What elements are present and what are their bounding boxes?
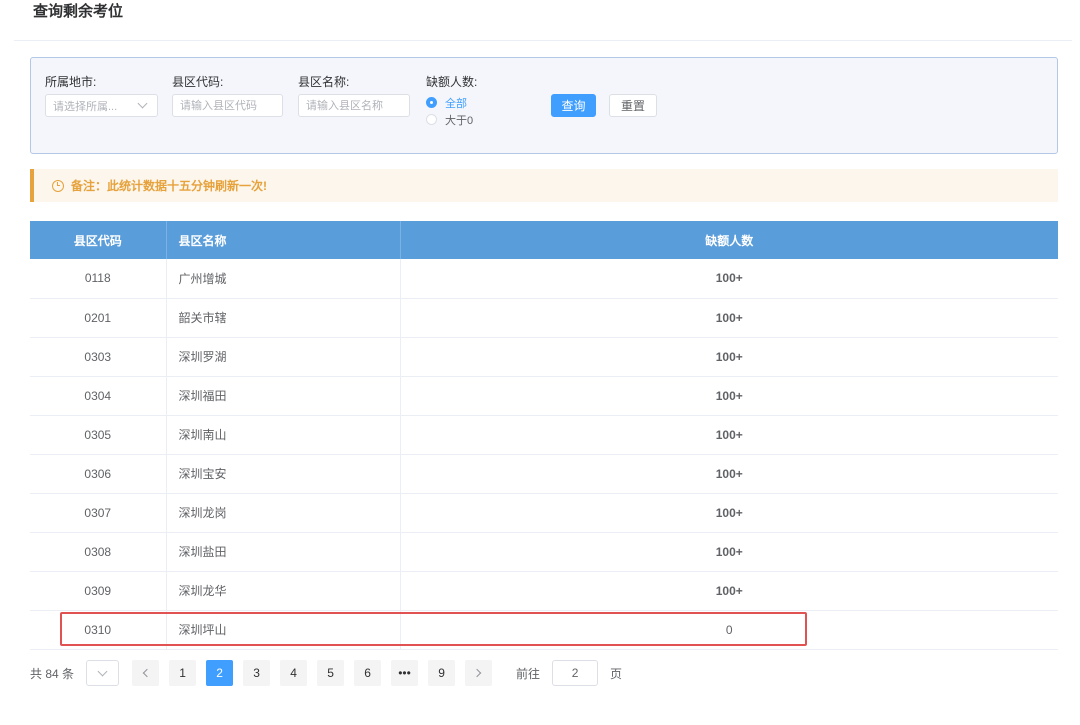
cell-shortage-count: 100+ bbox=[400, 571, 1058, 611]
goto-suffix: 页 bbox=[610, 666, 623, 681]
county-code-field: 县区代码: bbox=[172, 74, 283, 117]
city-label: 所属地市: bbox=[45, 75, 97, 89]
goto-prefix: 前往 bbox=[516, 666, 541, 681]
chevron-down-icon bbox=[137, 98, 148, 109]
more-pages-button[interactable]: ••• bbox=[391, 660, 419, 686]
radio-greater-than-zero-label: 大于0 bbox=[445, 114, 474, 127]
next-page-button[interactable] bbox=[465, 660, 493, 686]
pagination: 共 84 条 1 2 3 4 5 6 ••• 9 前往 页 bbox=[30, 659, 622, 687]
page-button-2[interactable]: 2 bbox=[206, 660, 234, 686]
search-button[interactable]: 查询 bbox=[551, 94, 596, 117]
county-name-input[interactable] bbox=[298, 94, 410, 117]
clock-icon bbox=[52, 179, 64, 192]
cell-county-code: 0305 bbox=[30, 415, 167, 455]
table-row: 0304 深圳福田 100+ bbox=[30, 376, 1058, 416]
page-button-9[interactable]: 9 bbox=[428, 660, 456, 686]
page-button-5[interactable]: 5 bbox=[317, 660, 345, 686]
county-code-input[interactable] bbox=[172, 94, 283, 117]
county-code-label: 县区代码: bbox=[172, 75, 224, 89]
cell-county-name: 深圳龙岗 bbox=[166, 493, 401, 533]
table-row: 0309 深圳龙华 100+ bbox=[30, 571, 1058, 611]
cell-shortage-count: 100+ bbox=[400, 493, 1058, 533]
cell-county-name: 深圳罗湖 bbox=[166, 337, 401, 377]
table-row: 0307 深圳龙岗 100+ bbox=[30, 493, 1058, 533]
table-row: 0305 深圳南山 100+ bbox=[30, 415, 1058, 455]
page-button-3[interactable]: 3 bbox=[243, 660, 271, 686]
radio-checked-icon bbox=[426, 97, 437, 108]
chevron-left-icon bbox=[142, 668, 152, 678]
results-table: 县区代码 县区名称 缺额人数 0118 广州增城 100+ 0201 韶关市辖 … bbox=[30, 221, 1058, 650]
cell-county-name: 深圳宝安 bbox=[166, 454, 401, 494]
header-county-name[interactable]: 县区名称 bbox=[166, 221, 401, 259]
cell-county-code: 0309 bbox=[30, 571, 167, 611]
table-row: 0201 韶关市辖 100+ bbox=[30, 298, 1058, 338]
radio-unchecked-icon bbox=[426, 114, 437, 125]
goto-page-input[interactable] bbox=[552, 660, 599, 686]
cell-county-name: 深圳盐田 bbox=[166, 532, 401, 572]
table-header-row: 县区代码 县区名称 缺额人数 bbox=[30, 221, 1058, 259]
county-name-field: 县区名称: bbox=[298, 74, 410, 117]
county-name-label: 县区名称: bbox=[298, 75, 350, 89]
notice-text: 备注：此统计数据十五分钟刷新一次! bbox=[71, 179, 267, 193]
shortage-label: 缺额人数: bbox=[426, 75, 478, 89]
cell-county-name: 广州增城 bbox=[166, 259, 401, 299]
cell-shortage-count: 100+ bbox=[400, 415, 1058, 455]
cell-county-code: 0201 bbox=[30, 298, 167, 338]
cell-shortage-count: 0 bbox=[400, 610, 1058, 650]
table-row: 0308 深圳盐田 100+ bbox=[30, 532, 1058, 572]
shortage-field: 缺额人数: 全部 大于0 bbox=[426, 74, 477, 128]
cell-shortage-count: 100+ bbox=[400, 337, 1058, 377]
notice-bar: 备注：此统计数据十五分钟刷新一次! bbox=[30, 169, 1058, 202]
filter-panel: 所属地市: 请选择所属... 县区代码: 县区名称: 缺额人数: 全部 大于0 … bbox=[30, 57, 1058, 154]
city-select-placeholder: 请选择所属... bbox=[53, 100, 118, 113]
header-shortage-count[interactable]: 缺额人数 bbox=[400, 221, 1058, 259]
cell-county-name: 深圳龙华 bbox=[166, 571, 401, 611]
page-jumper: 前往 页 bbox=[516, 660, 622, 686]
cell-county-code: 0306 bbox=[30, 454, 167, 494]
chevron-down-icon bbox=[97, 666, 108, 676]
page-size-select[interactable] bbox=[86, 660, 120, 686]
cell-county-code: 0303 bbox=[30, 337, 167, 377]
title-divider bbox=[14, 40, 1072, 41]
table-row: 0118 广州增城 100+ bbox=[30, 259, 1058, 299]
cell-county-name: 深圳南山 bbox=[166, 415, 401, 455]
city-field: 所属地市: 请选择所属... bbox=[45, 74, 158, 117]
cell-shortage-count: 100+ bbox=[400, 376, 1058, 416]
cell-shortage-count: 100+ bbox=[400, 454, 1058, 494]
radio-all-label: 全部 bbox=[445, 97, 467, 110]
page-title: 查询剩余考位 bbox=[33, 3, 124, 20]
radio-greater-than-zero[interactable]: 大于0 bbox=[426, 111, 477, 128]
city-select[interactable]: 请选择所属... bbox=[45, 94, 158, 117]
cell-shortage-count: 100+ bbox=[400, 298, 1058, 338]
page-button-4[interactable]: 4 bbox=[280, 660, 308, 686]
total-count: 共 84 条 bbox=[30, 666, 75, 681]
cell-county-name: 深圳坪山 bbox=[166, 610, 401, 650]
cell-shortage-count: 100+ bbox=[400, 259, 1058, 299]
reset-button[interactable]: 重置 bbox=[609, 94, 657, 117]
cell-county-code: 0304 bbox=[30, 376, 167, 416]
prev-page-button[interactable] bbox=[132, 660, 160, 686]
cell-county-name: 深圳福田 bbox=[166, 376, 401, 416]
table-row: 0303 深圳罗湖 100+ bbox=[30, 337, 1058, 377]
chevron-right-icon bbox=[472, 668, 482, 678]
header-county-code[interactable]: 县区代码 bbox=[30, 221, 167, 259]
table-row: 0310 深圳坪山 0 bbox=[30, 610, 1058, 650]
cell-county-code: 0118 bbox=[30, 259, 167, 299]
cell-county-code: 0310 bbox=[30, 610, 167, 650]
page-button-1[interactable]: 1 bbox=[169, 660, 197, 686]
radio-all[interactable]: 全部 bbox=[426, 94, 477, 111]
cell-shortage-count: 100+ bbox=[400, 532, 1058, 572]
cell-county-code: 0308 bbox=[30, 532, 167, 572]
cell-county-code: 0307 bbox=[30, 493, 167, 533]
cell-county-name: 韶关市辖 bbox=[166, 298, 401, 338]
table-row: 0306 深圳宝安 100+ bbox=[30, 454, 1058, 494]
page-button-6[interactable]: 6 bbox=[354, 660, 382, 686]
